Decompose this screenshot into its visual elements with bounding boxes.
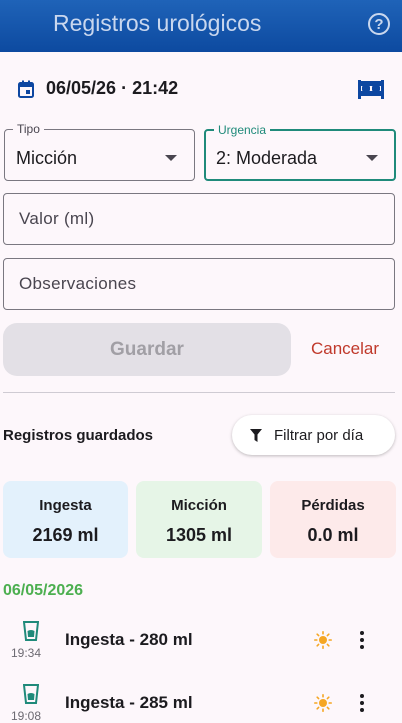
filter-icon bbox=[250, 428, 262, 442]
list-item[interactable]: 19:08 Ingesta - 285 ml bbox=[0, 684, 402, 723]
entry-time: 19:34 bbox=[11, 646, 42, 660]
entry-time: 19:08 bbox=[11, 709, 42, 723]
summary-value: 0.0 ml bbox=[307, 525, 359, 545]
entry-title: Ingesta - 280 ml bbox=[65, 630, 193, 649]
date-group-header: 06/05/2026 bbox=[3, 582, 84, 599]
save-button[interactable]: Guardar bbox=[3, 323, 291, 376]
valor-placeholder: Valor (ml) bbox=[19, 209, 95, 228]
summary-card-perdidas: Pérdidas 0.0 ml bbox=[270, 481, 396, 558]
urgencia-dropdown[interactable]: Urgencia 2: Moderada bbox=[204, 123, 396, 181]
list-item[interactable]: 19:34 Ingesta - 280 ml bbox=[0, 621, 402, 677]
tipo-value: Micción bbox=[16, 148, 78, 168]
divider bbox=[3, 392, 395, 393]
summary-title: Micción bbox=[171, 497, 227, 514]
sun-icon bbox=[314, 694, 332, 712]
cup-icon bbox=[23, 621, 39, 641]
observaciones-placeholder: Observaciones bbox=[19, 274, 137, 293]
summary-card-ingesta: Ingesta 2169 ml bbox=[3, 481, 128, 558]
urgencia-label: Urgencia bbox=[214, 123, 271, 137]
entry-title: Ingesta - 285 ml bbox=[65, 693, 193, 712]
summary-title: Pérdidas bbox=[301, 497, 365, 514]
summary-value: 2169 ml bbox=[32, 525, 99, 545]
more-vert-icon[interactable] bbox=[360, 694, 364, 712]
calendar-icon bbox=[18, 80, 34, 98]
summary-value: 1305 ml bbox=[165, 525, 233, 545]
tipo-dropdown[interactable]: Tipo Micción bbox=[4, 122, 195, 181]
more-vert-icon[interactable] bbox=[360, 631, 364, 649]
filter-by-day-button[interactable]: Filtrar por día bbox=[232, 415, 395, 455]
app-bar: Registros urológicos ? bbox=[0, 0, 402, 52]
valor-input[interactable]: Valor (ml) bbox=[3, 193, 395, 245]
datetime-value: 06/05/26 · 21:42 bbox=[46, 78, 179, 98]
cancel-button[interactable]: Cancelar bbox=[311, 339, 379, 359]
urgencia-value: 2: Moderada bbox=[216, 148, 318, 168]
summary-title: Ingesta bbox=[39, 497, 92, 514]
sun-icon bbox=[314, 631, 332, 649]
chevron-down-icon bbox=[366, 155, 378, 161]
bed-icon[interactable] bbox=[357, 78, 385, 100]
chevron-down-icon bbox=[165, 155, 177, 161]
app-title: Registros urológicos bbox=[53, 10, 262, 36]
cup-icon bbox=[23, 684, 39, 704]
help-icon[interactable]: ? bbox=[368, 13, 390, 35]
records-title: Registros guardados bbox=[3, 427, 154, 444]
filter-label: Filtrar por día bbox=[274, 426, 364, 444]
tipo-label: Tipo bbox=[13, 122, 44, 136]
summary-card-miccion: Micción 1305 ml bbox=[136, 481, 262, 558]
datetime-selector[interactable]: 06/05/26 · 21:42 bbox=[18, 78, 178, 99]
observaciones-input[interactable]: Observaciones bbox=[3, 258, 395, 310]
